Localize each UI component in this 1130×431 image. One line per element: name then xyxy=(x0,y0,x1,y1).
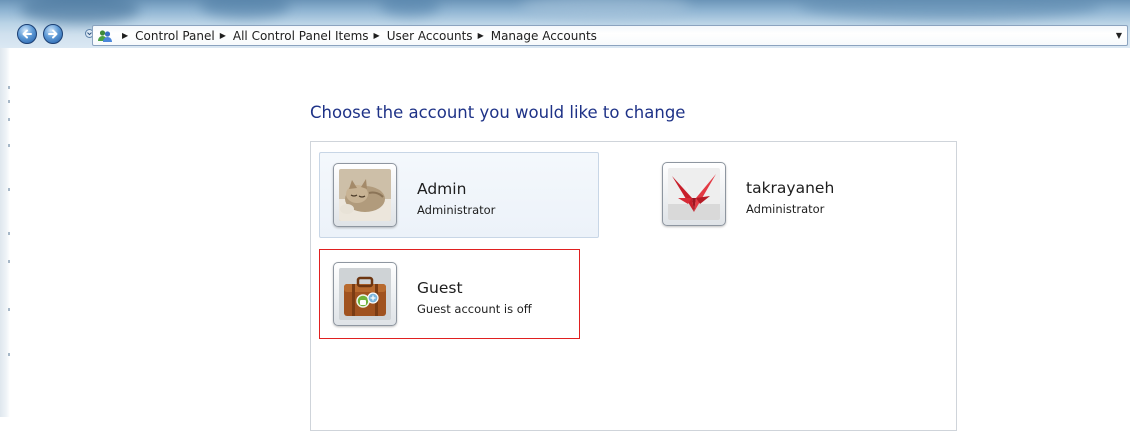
page-title: Choose the account you would like to cha… xyxy=(310,103,686,122)
forward-button[interactable] xyxy=(43,24,63,44)
navigation-pane-edge xyxy=(0,48,10,417)
account-name: Guest xyxy=(417,279,463,297)
back-button[interactable] xyxy=(17,24,37,44)
chevron-down-icon: ▼ xyxy=(1115,31,1123,40)
kitten-picture xyxy=(339,169,391,221)
breadcrumb-all-control-panel-items[interactable]: All Control Panel Items xyxy=(233,29,369,43)
breadcrumb-manage-accounts[interactable]: Manage Accounts xyxy=(491,29,597,43)
avatar xyxy=(333,163,397,227)
account-type: Guest account is off xyxy=(417,302,532,316)
user-accounts-icon xyxy=(98,29,112,42)
avatar xyxy=(662,162,726,226)
breadcrumb-arrow-icon[interactable]: ▶ xyxy=(220,31,226,40)
breadcrumb: Control Panel ▶ All Control Panel Items … xyxy=(135,29,597,43)
account-name: Admin xyxy=(417,180,467,198)
account-takrayaneh[interactable]: takrayaneh Administrator xyxy=(649,152,929,238)
account-type: Administrator xyxy=(417,203,496,217)
back-arrow-icon xyxy=(22,29,32,39)
breadcrumb-arrow-icon[interactable]: ▶ xyxy=(374,31,380,40)
account-type: Administrator xyxy=(746,202,825,216)
suitcase-picture xyxy=(339,268,391,320)
avatar xyxy=(333,262,397,326)
breadcrumb-user-accounts[interactable]: User Accounts xyxy=(387,29,473,43)
address-bar[interactable]: ▶ Control Panel ▶ All Control Panel Item… xyxy=(92,25,1128,46)
breadcrumb-arrow-icon[interactable]: ▶ xyxy=(478,31,484,40)
breadcrumb-control-panel[interactable]: Control Panel xyxy=(135,29,215,43)
account-name: takrayaneh xyxy=(746,179,835,197)
accounts-list: Admin Administrator takrayaneh Administr… xyxy=(310,141,957,431)
account-admin[interactable]: Admin Administrator xyxy=(319,152,599,238)
origami-crane-picture xyxy=(668,168,720,220)
breadcrumb-arrow-icon[interactable]: ▶ xyxy=(122,31,128,40)
address-dropdown-button[interactable]: ▼ xyxy=(1111,26,1127,45)
account-guest[interactable]: Guest Guest account is off xyxy=(319,249,580,339)
forward-arrow-icon xyxy=(48,29,58,39)
